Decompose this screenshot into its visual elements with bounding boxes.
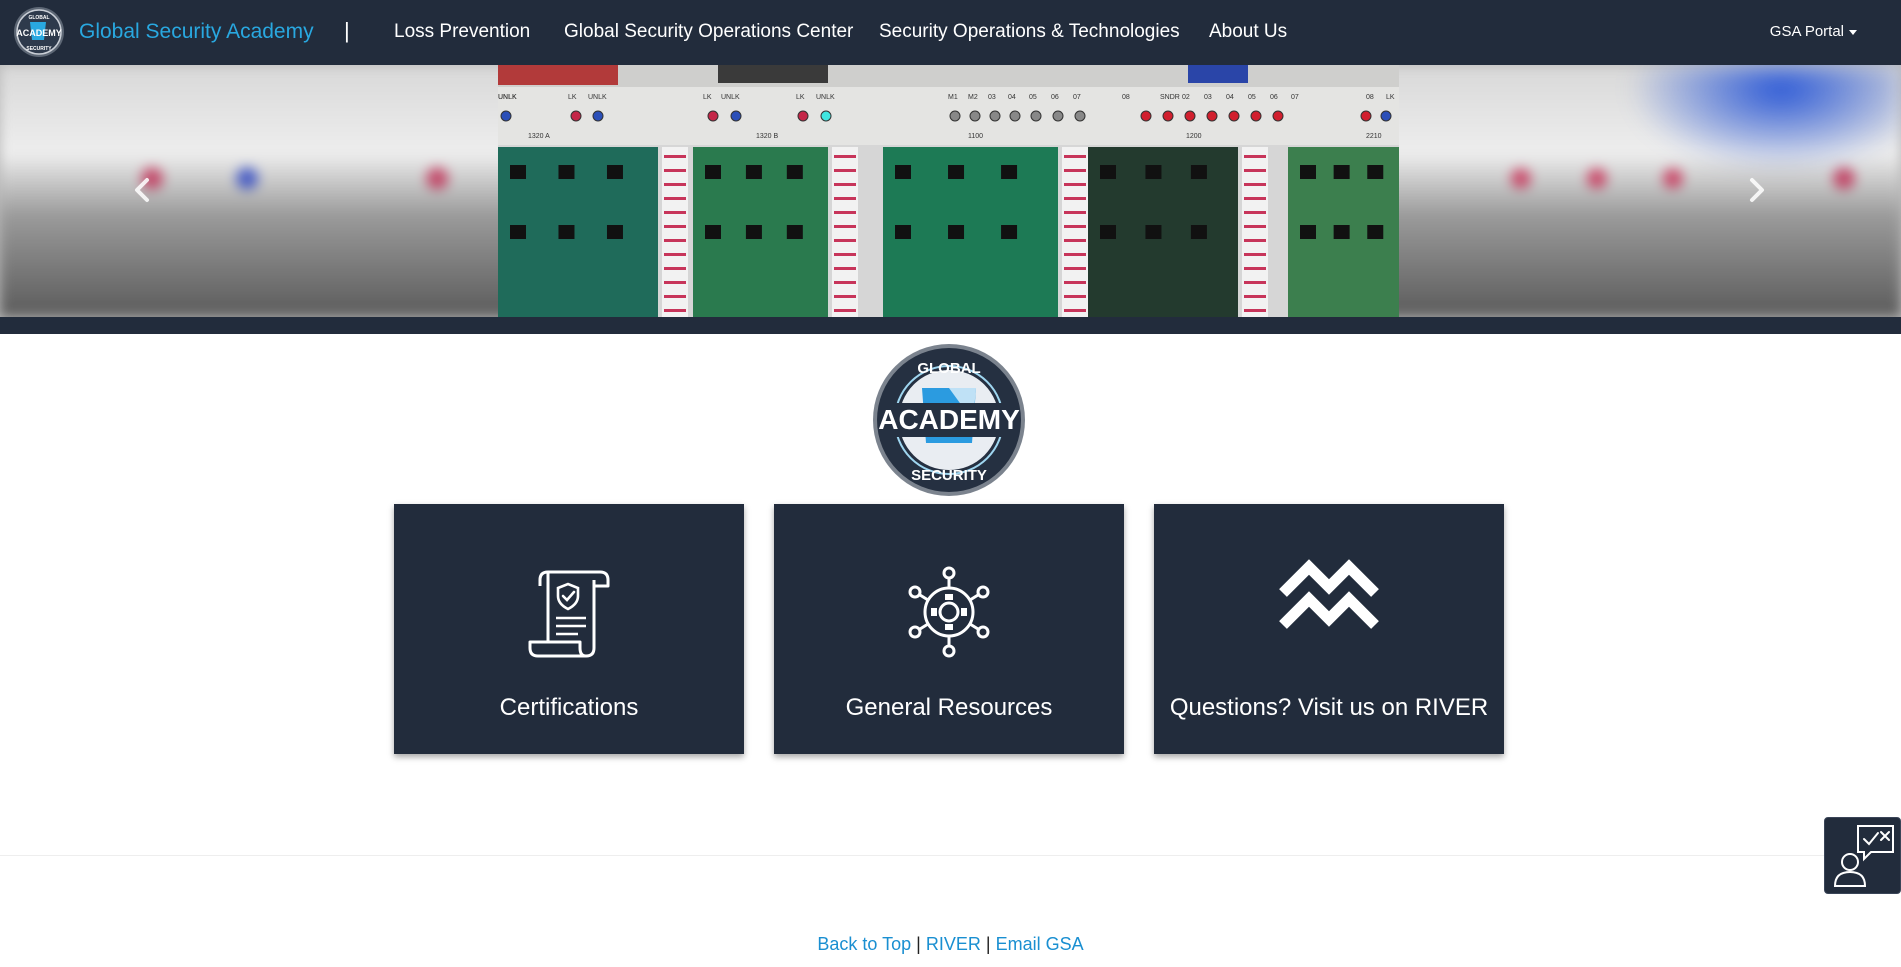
- feedback-widget-button[interactable]: [1824, 817, 1901, 894]
- nav-item-global-security-operations-center[interactable]: Global Security Operations Center: [564, 21, 853, 43]
- chevron-right-icon: [1750, 178, 1764, 202]
- carousel-bottom-strip: [0, 317, 1901, 334]
- svg-text:GLOBAL: GLOBAL: [917, 360, 980, 377]
- carousel-blurred-accent: [1601, 65, 1901, 185]
- top-navbar: ACADEMY GLOBAL SECURITY Global Security …: [0, 0, 1901, 65]
- svg-text:M2: M2: [968, 94, 978, 101]
- card-general-resources-label: General Resources: [845, 694, 1053, 721]
- svg-text:SECURITY: SECURITY: [911, 467, 987, 484]
- brand-logo-icon[interactable]: ACADEMY GLOBAL SECURITY: [13, 6, 65, 58]
- footer-email-gsa-link[interactable]: Email GSA: [996, 934, 1084, 954]
- svg-text:05: 05: [1029, 94, 1037, 101]
- svg-text:1100: 1100: [968, 133, 983, 140]
- feedback-person-icon: [1833, 825, 1894, 887]
- svg-text:2210: 2210: [1366, 133, 1382, 140]
- svg-text:04: 04: [1226, 94, 1234, 101]
- brand-name-link[interactable]: Global Security Academy: [79, 20, 314, 44]
- svg-text:LK: LK: [568, 94, 577, 101]
- svg-text:UNLK: UNLK: [721, 94, 740, 101]
- svg-text:LK: LK: [703, 94, 712, 101]
- footer-separator: |: [985, 934, 991, 954]
- svg-text:07: 07: [1291, 94, 1299, 101]
- svg-text:UNLK: UNLK: [588, 94, 607, 101]
- footer-back-to-top-link[interactable]: Back to Top: [817, 934, 911, 954]
- svg-text:ACADEMY: ACADEMY: [16, 28, 62, 38]
- svg-text:06: 06: [1270, 94, 1278, 101]
- svg-text:08: 08: [1366, 94, 1374, 101]
- svg-text:06: 06: [1051, 94, 1059, 101]
- svg-text:GLOBAL: GLOBAL: [28, 15, 49, 21]
- svg-text:SECURITY: SECURITY: [26, 46, 52, 52]
- carousel-next-arrow[interactable]: [1741, 175, 1771, 205]
- svg-text:07: 07: [1073, 94, 1081, 101]
- gsa-portal-dropdown[interactable]: GSA Portal: [1770, 23, 1857, 40]
- carousel-slide-image: UNLK LK UNLK LK UNLK LK UNLK M1 M2 03 04 05 06 07 08 SN…: [498, 65, 1399, 317]
- nav-item-loss-prevention[interactable]: Loss Prevention: [394, 21, 530, 43]
- caret-down-icon: [1849, 29, 1857, 35]
- svg-text:05: 05: [1248, 94, 1256, 101]
- svg-text:UNLK: UNLK: [498, 94, 517, 101]
- brand-separator: |: [344, 18, 350, 43]
- svg-text:03: 03: [988, 94, 996, 101]
- certificate-scroll-icon: [528, 570, 610, 658]
- card-general-resources[interactable]: General Resources: [774, 504, 1124, 754]
- academy-seal-logo: ACADEMY GLOBAL SECURITY: [873, 344, 1025, 496]
- river-wave-icon: [1279, 559, 1379, 629]
- svg-text:08: 08: [1122, 94, 1130, 101]
- footer-separator: |: [916, 934, 921, 954]
- svg-text:UNLK: UNLK: [816, 94, 835, 101]
- card-certifications-label: Certifications: [499, 694, 639, 721]
- gear-network-icon: [908, 566, 990, 658]
- svg-text:LK: LK: [796, 94, 805, 101]
- footer-river-link[interactable]: RIVER: [926, 934, 981, 954]
- svg-text:03: 03: [1204, 94, 1212, 101]
- footer-divider: [0, 855, 1901, 856]
- hero-carousel: UNLK LK UNLK LK UNLK LK UNLK M1 M2 03 04 05 06 07 08 SN…: [0, 65, 1901, 317]
- svg-text:1200: 1200: [1186, 133, 1202, 140]
- footer-links: Back to Top | RIVER | Email GSA: [0, 934, 1901, 955]
- nav-item-about-us[interactable]: About Us: [1209, 21, 1287, 43]
- svg-text:1320 B: 1320 B: [756, 133, 779, 140]
- carousel-prev-arrow[interactable]: [128, 175, 158, 205]
- svg-text:LK: LK: [1386, 94, 1395, 101]
- gsa-portal-label: GSA Portal: [1769, 23, 1844, 40]
- svg-text:ACADEMY: ACADEMY: [878, 404, 1020, 435]
- card-river-label: Questions? Visit us on RIVER: [1169, 694, 1489, 721]
- nav-item-security-operations-technologies[interactable]: Security Operations & Technologies: [879, 21, 1180, 43]
- chevron-left-icon: [135, 178, 149, 202]
- card-certifications[interactable]: Certifications: [394, 504, 744, 754]
- svg-text:04: 04: [1008, 94, 1016, 101]
- svg-text:SNDR: SNDR: [1160, 94, 1180, 101]
- card-river[interactable]: Questions? Visit us on RIVER: [1154, 504, 1504, 754]
- svg-text:M1: M1: [948, 94, 958, 101]
- svg-text:1320 A: 1320 A: [528, 133, 550, 140]
- svg-text:02: 02: [1182, 94, 1190, 101]
